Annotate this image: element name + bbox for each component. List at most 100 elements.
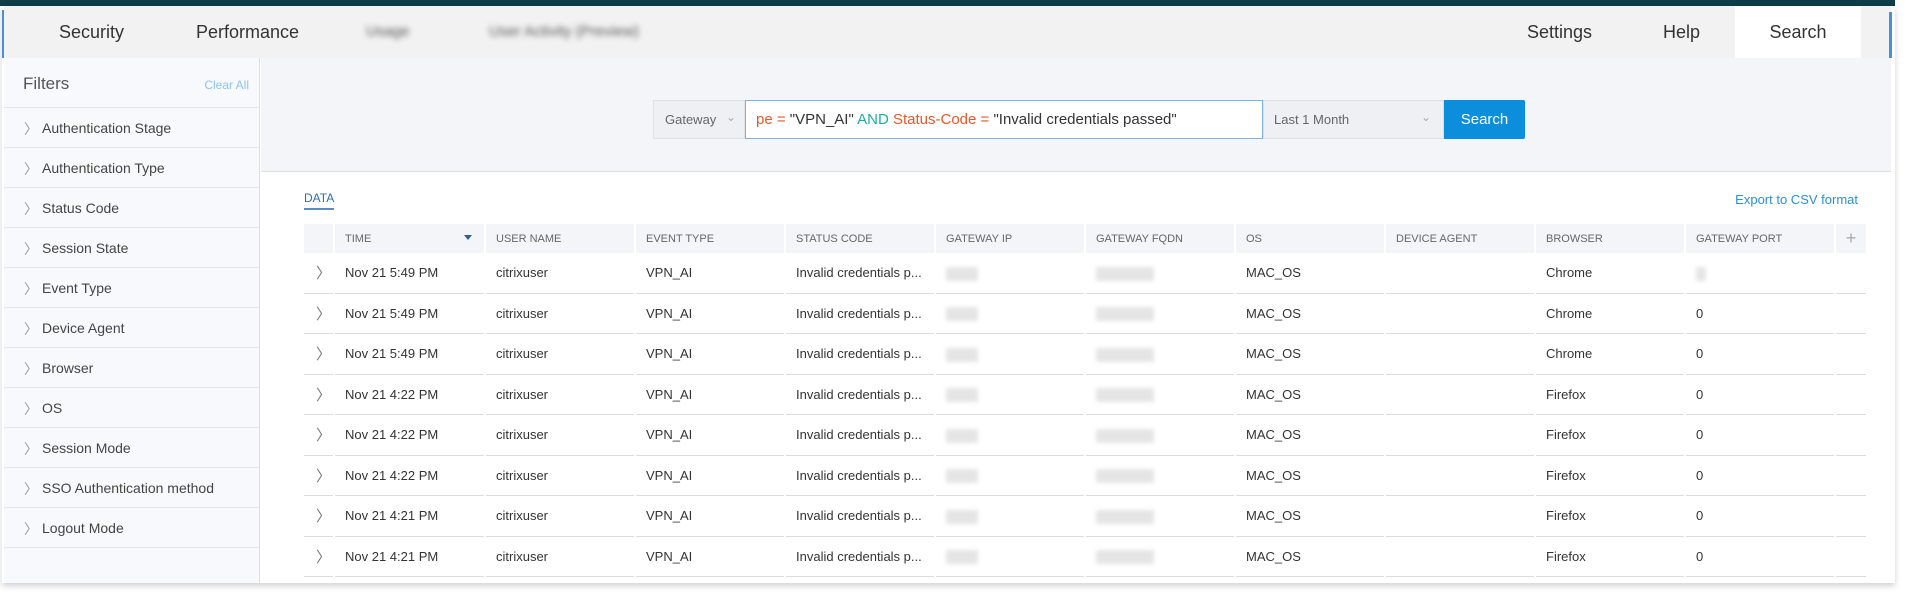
filter-item[interactable]: 〉 Authentication Stage	[4, 108, 259, 148]
table-row[interactable]: 〉 Nov 21 5:49 PM citrixuser VPN_AI Inval…	[304, 253, 1866, 294]
column-header-label: USER NAME	[496, 232, 562, 245]
add-column-button[interactable]: +	[1836, 224, 1866, 253]
filter-item[interactable]: 〉 Browser	[4, 348, 259, 388]
nav-tab-usage[interactable]: Usage	[366, 6, 409, 58]
expand-row-button[interactable]: 〉	[304, 456, 333, 496]
nav-tab-settings[interactable]: Settings	[1527, 6, 1592, 58]
nav-tab-performance[interactable]: Performance	[196, 6, 299, 58]
column-header-label: BROWSER	[1546, 232, 1603, 245]
redacted-value	[946, 509, 978, 524]
export-csv-link[interactable]: Export to CSV format	[1735, 192, 1858, 207]
table-row[interactable]: 〉 Nov 21 5:49 PM citrixuser VPN_AI Inval…	[304, 334, 1866, 375]
column-header-label: EVENT TYPE	[646, 232, 715, 245]
nav-tab-user-activity[interactable]: User Activity (Preview)	[489, 6, 639, 58]
sort-desc-icon[interactable]	[464, 235, 472, 240]
cell-browser: Chrome	[1536, 253, 1684, 294]
cell-user: citrixuser	[486, 253, 634, 294]
chevron-right-icon: 〉	[316, 346, 332, 364]
scope-select[interactable]: Gateway ⌄	[653, 100, 745, 139]
nav-tab-security[interactable]: Security	[59, 6, 124, 58]
expand-row-button[interactable]: 〉	[304, 253, 333, 294]
cell-os: MAC_OS	[1236, 415, 1384, 456]
chevron-right-icon: 〉	[316, 548, 332, 566]
filter-item[interactable]: 〉 Session Mode	[4, 428, 259, 468]
expand-row-button[interactable]: 〉	[304, 537, 333, 577]
expand-row-button[interactable]: 〉	[304, 375, 333, 415]
tab-data[interactable]: DATA	[304, 191, 335, 210]
cell-gateway-fqdn	[1086, 375, 1234, 415]
column-header[interactable]: GATEWAY PORT	[1686, 224, 1834, 253]
filter-item[interactable]: 〉 Session State	[4, 228, 259, 268]
cell-gateway-fqdn	[1086, 537, 1234, 577]
scrollbar[interactable]	[1889, 12, 1892, 58]
chevron-right-icon: 〉	[316, 386, 332, 404]
chevron-right-icon: 〉	[24, 121, 38, 137]
nav-tab-help[interactable]: Help	[1663, 6, 1700, 58]
query-input[interactable]: pe = "VPN_AI" AND Status-Code = "Invalid…	[745, 100, 1263, 139]
cell-status-code: Invalid credentials p...	[786, 456, 934, 496]
column-header[interactable]: BROWSER	[1536, 224, 1684, 253]
filter-item[interactable]: 〉 Authentication Type	[4, 148, 259, 188]
expand-row-button[interactable]: 〉	[304, 415, 333, 456]
filters-header: Filters Clear All	[4, 58, 259, 108]
table-row[interactable]: 〉 Nov 21 4:22 PM citrixuser VPN_AI Inval…	[304, 375, 1866, 415]
expand-row-button[interactable]: 〉	[304, 334, 333, 375]
search-area: Gateway ⌄ pe = "VPN_AI" AND Status-Code =…	[261, 58, 1891, 172]
table-row[interactable]: 〉 Nov 21 4:22 PM citrixuser VPN_AI Inval…	[304, 456, 1866, 496]
cell-time: Nov 21 4:21 PM	[335, 537, 484, 577]
filter-item[interactable]: 〉 Logout Mode	[4, 508, 259, 548]
filter-item[interactable]: 〉 Status Code	[4, 188, 259, 228]
column-header-label: OS	[1246, 232, 1262, 245]
filter-label: Device Agent	[42, 320, 125, 336]
column-header[interactable]: GATEWAY FQDN	[1086, 224, 1234, 253]
table-row[interactable]: 〉 Nov 21 4:21 PM citrixuser VPN_AI Inval…	[304, 496, 1866, 537]
chevron-right-icon: 〉	[316, 305, 332, 323]
search-button[interactable]: Search	[1444, 100, 1525, 139]
redacted-value	[946, 307, 978, 322]
redacted-value	[1096, 266, 1154, 281]
column-header[interactable]: EVENT TYPE	[636, 224, 784, 253]
redacted-value	[1096, 388, 1154, 403]
expand-row-button[interactable]: 〉	[304, 294, 333, 334]
cell-device-agent	[1386, 294, 1534, 334]
cell-browser: Firefox	[1536, 496, 1684, 537]
column-header-label: DEVICE AGENT	[1396, 232, 1478, 245]
cell-user: citrixuser	[486, 537, 634, 577]
filter-item[interactable]: 〉 Device Agent	[4, 308, 259, 348]
cell-os: MAC_OS	[1236, 253, 1384, 294]
table-row[interactable]: 〉 Nov 21 4:22 PM citrixuser VPN_AI Inval…	[304, 415, 1866, 456]
cell-gateway-fqdn	[1086, 456, 1234, 496]
redacted-value	[1096, 550, 1154, 565]
column-header[interactable]: STATUS CODE	[786, 224, 934, 253]
column-header[interactable]: USER NAME	[486, 224, 634, 253]
column-header[interactable]: GATEWAY IP	[936, 224, 1084, 253]
cell-gateway-port: 0	[1686, 415, 1834, 456]
chevron-down-icon: ⌄	[1420, 110, 1431, 124]
filter-item[interactable]: 〉 Event Type	[4, 268, 259, 308]
cell-gateway-port	[1686, 253, 1834, 294]
cell-browser: Firefox	[1536, 415, 1684, 456]
filter-item[interactable]: 〉 SSO Authentication method	[4, 468, 259, 508]
time-range-select[interactable]: Last 1 Month ⌄	[1263, 100, 1444, 139]
cell-os: MAC_OS	[1236, 294, 1384, 334]
cell-os: MAC_OS	[1236, 496, 1384, 537]
redacted-value	[946, 550, 978, 565]
column-header[interactable]: OS	[1236, 224, 1384, 253]
column-header-label: GATEWAY IP	[946, 232, 1013, 245]
filter-item[interactable]: 〉 OS	[4, 388, 259, 428]
cell-status-code: Invalid credentials p...	[786, 415, 934, 456]
cell-status-code: Invalid credentials p...	[786, 537, 934, 577]
clear-all-link[interactable]: Clear All	[204, 78, 249, 92]
cell-gateway-ip	[936, 415, 1084, 456]
chevron-right-icon: 〉	[24, 361, 38, 377]
cell-gateway-ip	[936, 253, 1084, 294]
table-row[interactable]: 〉 Nov 21 5:49 PM citrixuser VPN_AI Inval…	[304, 294, 1866, 334]
cell-spacer	[1836, 334, 1866, 375]
cell-spacer	[1836, 456, 1866, 496]
column-header[interactable]: DEVICE AGENT	[1386, 224, 1534, 253]
table-row[interactable]: 〉 Nov 21 4:21 PM citrixuser VPN_AI Inval…	[304, 537, 1866, 577]
column-header[interactable]: TIME	[335, 224, 484, 253]
nav-tab-search[interactable]: Search	[1735, 6, 1861, 58]
expand-row-button[interactable]: 〉	[304, 496, 333, 537]
chevron-right-icon: 〉	[316, 508, 332, 526]
